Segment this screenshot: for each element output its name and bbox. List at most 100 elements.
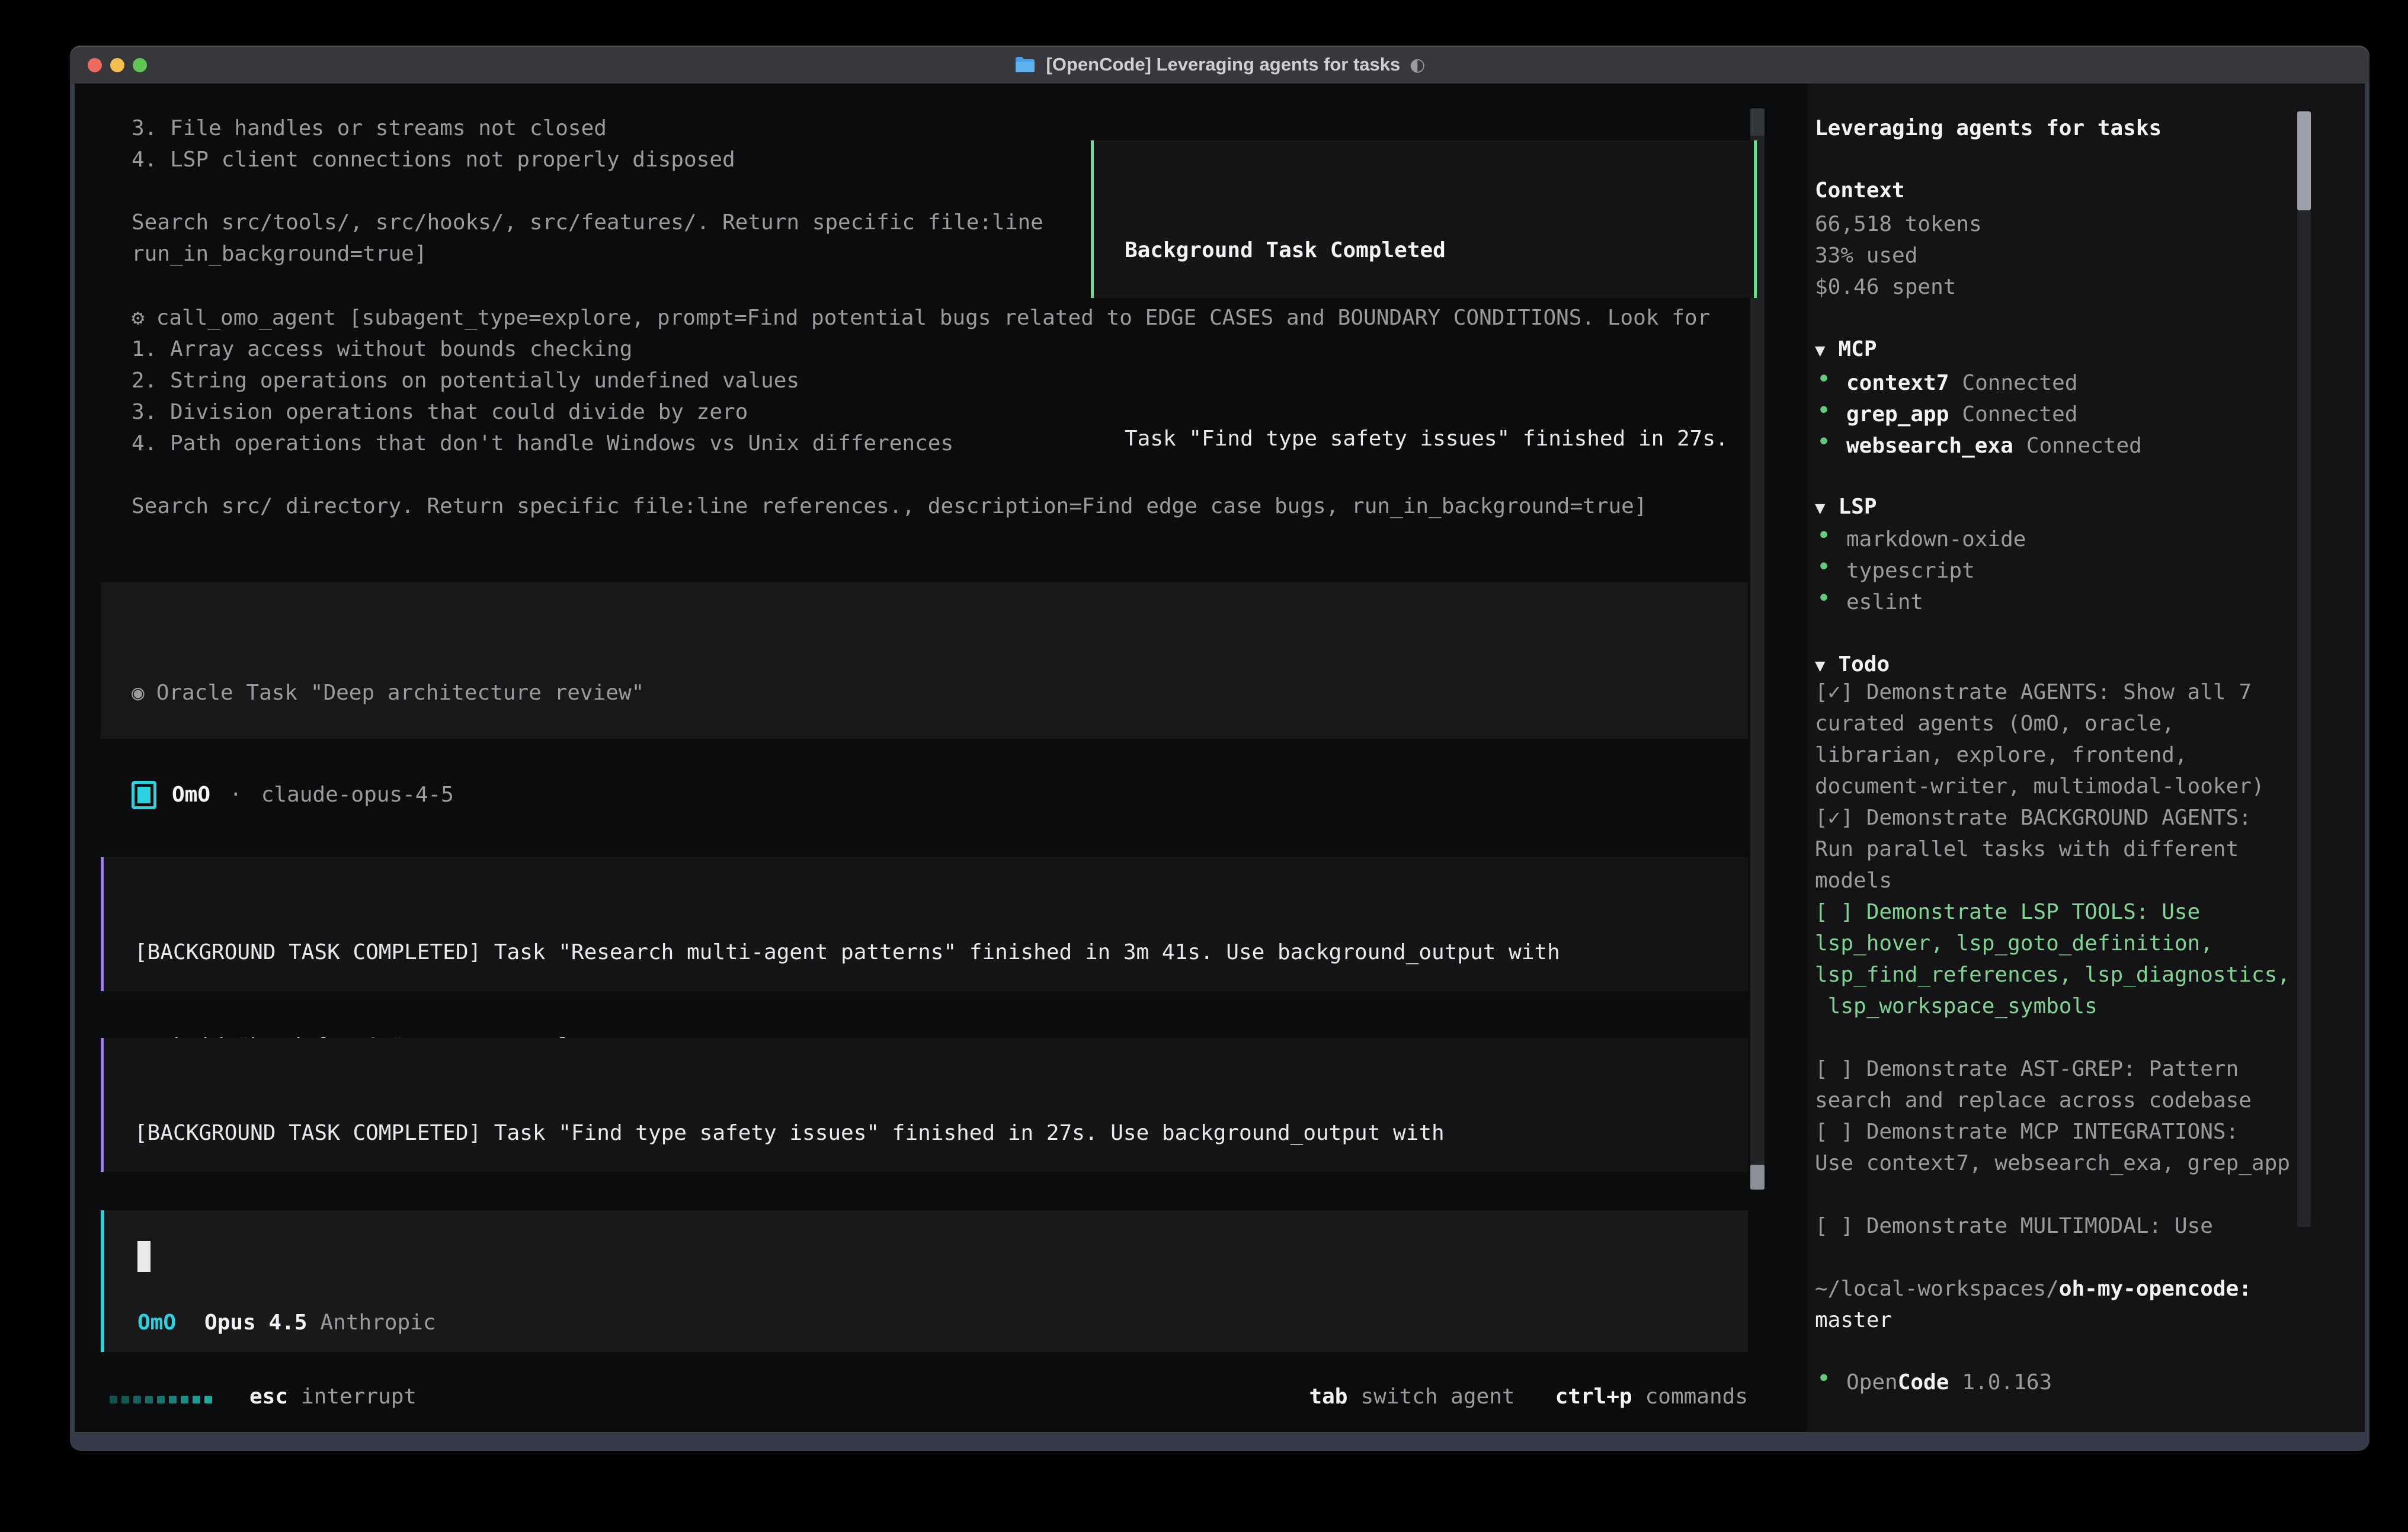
sidebar-session-title: Leveraging agents for tasks — [1815, 113, 2162, 144]
terminal-line: Search src/tools/, src/hooks/, src/featu… — [132, 207, 1043, 238]
mcp-item: context7 Connected — [1846, 367, 2077, 399]
terminal-line: 4. LSP client connections not properly d… — [132, 144, 735, 175]
lsp-item: eslint — [1846, 586, 1923, 618]
cmd-key-label: commands — [1645, 1381, 1748, 1412]
gear-icon: ⚙ — [132, 306, 145, 330]
status-dot-icon: • — [1817, 397, 1831, 424]
mcp-item-status: Connected — [1962, 402, 2077, 427]
mcp-item-name: websearch_exa — [1846, 434, 2013, 458]
tool-call-line: 4. Path operations that don't handle Win… — [132, 428, 953, 459]
task-message: [BACKGROUND TASK COMPLETED] Task "Find t… — [101, 1038, 1748, 1172]
status-dot-icon: • — [1817, 428, 1831, 456]
window-titlebar[interactable]: [OpenCode] Leveraging agents for tasks ◐ — [70, 46, 2369, 84]
mcp-item: websearch_exa Connected — [1846, 430, 2142, 461]
todo-line-done: [✓] Demonstrate BACKGROUND AGENTS: — [1815, 802, 2252, 834]
workspace-branch: master — [1815, 1305, 1892, 1336]
lsp-item: markdown-oxide — [1846, 524, 2026, 555]
dot-separator: · — [229, 779, 242, 810]
tool-call-line: 2. String operations on potentially unde… — [132, 365, 799, 396]
todo-line-done: librarian, explore, frontend, — [1815, 739, 2188, 771]
background-task-toast[interactable]: Background Task Completed Task "Find typ… — [1091, 140, 1757, 298]
chevron-down-icon: ▼ — [1815, 498, 1825, 518]
todo-line-done: [✓] Demonstrate AGENTS: Show all 7 — [1815, 677, 2252, 708]
todo-section-header[interactable]: ▼Todo — [1815, 649, 1890, 680]
oracle-task-line: ◉ Oracle Task "Deep architecture review" — [132, 677, 1748, 709]
esc-key-hint: esc — [249, 1381, 288, 1412]
sidebar-scrollbar-track[interactable] — [2297, 210, 2311, 1227]
lsp-header-label: LSP — [1838, 495, 1877, 519]
oracle-task-panel: ◉Oracle Task "Deep architecture review" … — [101, 582, 1748, 739]
agent-name: OmO — [172, 779, 210, 810]
todo-line-done: Run parallel tasks with different — [1815, 834, 2239, 865]
toast-title: Background Task Completed — [1125, 235, 1754, 266]
app-version: OpenCode 1.0.163 — [1846, 1367, 2052, 1398]
status-dot-icon: • — [1817, 553, 1831, 581]
task-line1: [BACKGROUND TASK COMPLETED] Task "Resear… — [135, 937, 1748, 968]
oracle-task-title: Oracle Task "Deep architecture review" — [156, 681, 645, 705]
lsp-section-header[interactable]: ▼ LSP — [1815, 491, 1877, 523]
mcp-item-status: Connected — [2026, 434, 2142, 458]
terminal-line: run_in_background=true] — [132, 238, 427, 270]
status-dot-icon: • — [1817, 522, 1831, 549]
spinner-dots — [110, 1381, 216, 1412]
workspace-path: ~/local-workspaces/oh-my-opencode: — [1815, 1273, 2252, 1305]
prompt-input[interactable]: OmO Opus 4.5 Anthropic — [101, 1210, 1748, 1352]
chevron-down-icon: ▼ — [1815, 340, 1825, 360]
window-title: [OpenCode] Leveraging agents for tasks — [1046, 54, 1401, 75]
todo-line-done: document-writer, multimodal-looker) — [1815, 771, 2265, 802]
screen: [OpenCode] Leveraging agents for tasks ◐… — [0, 0, 2408, 1532]
mcp-item-name: context7 — [1846, 371, 1949, 395]
sidebar-scrollbar-thumb[interactable] — [2297, 111, 2311, 210]
todo-line-done: curated agents (OmO, oracle, — [1815, 708, 2175, 739]
close-window-button[interactable] — [88, 58, 102, 72]
app-name-light: Open — [1846, 1370, 1898, 1395]
main-scrollbar-thumb[interactable] — [1750, 1165, 1765, 1190]
status-dot-icon: • — [1817, 366, 1831, 393]
agent-icon — [132, 781, 156, 809]
tab-key-hint: tab — [1309, 1381, 1347, 1412]
terminal-line: 3. File handles or streams not closed — [132, 113, 607, 144]
lsp-item: typescript — [1846, 555, 1975, 586]
record-icon: ◉ — [132, 681, 145, 705]
main-scrollbar-topcap — [1750, 108, 1765, 136]
context-spent: $0.46 spent — [1815, 271, 1956, 303]
toast-body: Task "Find type safety issues" finished … — [1125, 423, 1754, 454]
context-used: 33% used — [1815, 240, 1917, 271]
folder-icon — [1014, 56, 1036, 73]
status-dot-icon: • — [1817, 585, 1831, 612]
mcp-section-header[interactable]: ▼ MCP — [1815, 334, 1877, 365]
input-model-name: Opus 4.5 — [204, 1307, 307, 1338]
app-version-number: 1.0.163 — [1962, 1370, 2052, 1395]
todo-line-active: [ ] Demonstrate LSP TOOLS: Use — [1815, 896, 2200, 928]
minimize-window-button[interactable] — [110, 58, 124, 72]
todo-line-active: lsp_hover, lsp_goto_definition, — [1815, 928, 2213, 959]
todo-line-pending: [ ] Demonstrate MCP INTEGRATIONS: — [1815, 1116, 2239, 1148]
input-provider-name: Anthropic — [320, 1307, 436, 1338]
esc-key-label: interrupt — [301, 1381, 417, 1412]
mcp-item-name: grep_app — [1846, 402, 1949, 427]
tool-call-line: 1. Array access without bounds checking — [132, 334, 632, 365]
context-header: Context — [1815, 175, 1905, 206]
status-dot-icon: • — [1817, 1365, 1831, 1392]
todo-line-done: models — [1815, 865, 1892, 896]
todo-line-pending: Use context7, websearch_exa, grep_app — [1815, 1148, 2290, 1179]
task-message: [BACKGROUND TASK COMPLETED] Task "Resear… — [101, 857, 1748, 991]
tool-call-line: 3. Division operations that could divide… — [132, 396, 748, 428]
statusbar-right: tab switch agent ctrl+p commands — [1309, 1381, 1748, 1412]
tab-key-label: switch agent — [1360, 1381, 1514, 1412]
workspace-repo: oh-my-opencode: — [2059, 1277, 2252, 1301]
todo-line-active: lsp_workspace_symbols — [1815, 991, 2098, 1022]
input-agent-name: OmO — [137, 1307, 176, 1338]
app-name-bold: Code — [1898, 1370, 1949, 1395]
maximize-window-button[interactable] — [133, 58, 147, 72]
session-spinner-icon: ◐ — [1410, 55, 1425, 75]
agent-header: OmO · claude-opus-4-5 — [132, 779, 454, 810]
mcp-item: grep_app Connected — [1846, 399, 2077, 430]
mcp-header-label: MCP — [1838, 337, 1877, 361]
chevron-down-icon: ▼ — [1815, 655, 1825, 675]
cmd-key-hint: ctrl+p — [1555, 1381, 1632, 1412]
agent-model: claude-opus-4-5 — [261, 779, 454, 810]
task-line1: [BACKGROUND TASK COMPLETED] Task "Find t… — [135, 1117, 1748, 1149]
workspace-path-prefix: ~/local-workspaces/ — [1815, 1277, 2059, 1301]
mcp-item-status: Connected — [1962, 371, 2077, 395]
